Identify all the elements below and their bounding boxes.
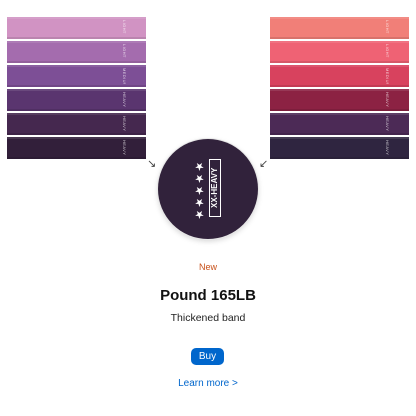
band-right-1: LIGHT [270,17,409,39]
band-label: MEDIUM [385,68,389,84]
band-left-5: HEAVY [7,113,146,135]
band-left-4: HEAVY [7,89,146,111]
band-label: HEAVY [122,140,126,156]
rating-stars-icon: ★★★★★ [194,161,206,221]
band-left-6: HEAVY [7,137,146,159]
band-right-2: LIGHT [270,41,409,63]
band-left-1: LIGHT [7,17,146,39]
band-label: HEAVY [122,116,126,132]
band-label: HEAVY [385,116,389,132]
resistance-level-label: XX-HEAVY [209,159,221,217]
band-right-5: HEAVY [270,113,409,135]
band-right-4: HEAVY [270,89,409,111]
band-left-3: MEDIUM [7,65,146,87]
band-stack-right: LIGHT LIGHT MEDIUM HEAVY HEAVY HEAVY [270,17,409,161]
band-left-2: LIGHT [7,41,146,63]
band-label: LIGHT [385,20,389,34]
product-subtitle: Thickened band [170,312,246,324]
product-title: Pound 165LB [160,287,256,304]
band-label: LIGHT [122,44,126,58]
band-label: LIGHT [122,20,126,34]
band-zoom-detail: ★★★★★ XX-HEAVY [158,139,258,239]
band-label: MEDIUM [122,68,126,84]
band-right-6: HEAVY [270,137,409,159]
learn-more-link[interactable]: Learn more > [0,378,416,389]
band-label: HEAVY [385,92,389,108]
band-label: LIGHT [385,44,389,58]
band-label: HEAVY [385,140,389,156]
band-stack-left: LIGHT LIGHT MEDIUM HEAVY HEAVY HEAVY [7,17,146,161]
buy-button[interactable]: Buy [191,348,224,365]
new-badge: New [198,262,217,272]
band-right-3: MEDIUM [270,65,409,87]
pointer-arrow-left-icon: ↘ [147,158,157,170]
pointer-arrow-right-icon: ↙ [259,158,269,170]
band-label: HEAVY [122,92,126,108]
